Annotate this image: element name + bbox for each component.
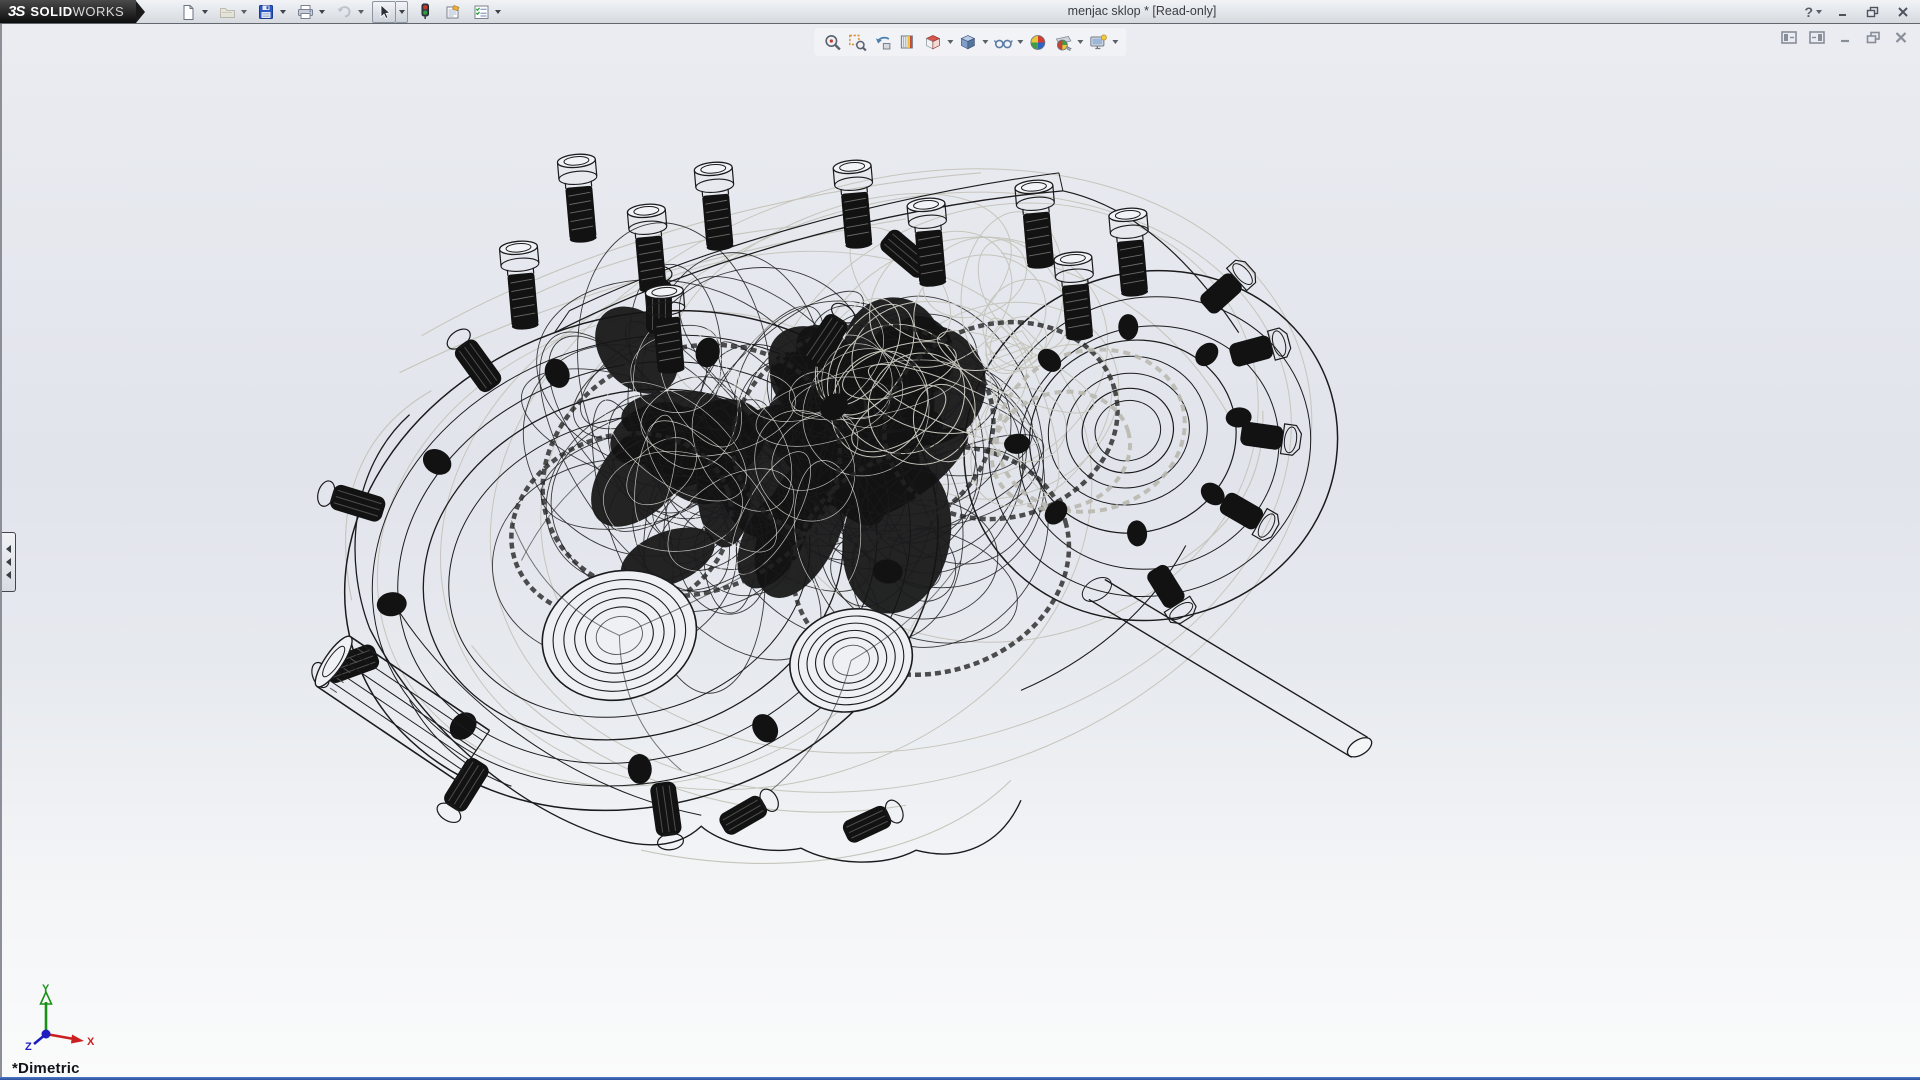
edit-appearance-button[interactable]	[1025, 30, 1050, 54]
print-icon	[297, 4, 314, 20]
open-dropdown[interactable]	[238, 2, 249, 22]
close-icon	[1897, 6, 1909, 18]
save-button[interactable]	[255, 2, 277, 22]
doc-restore-button[interactable]	[1864, 30, 1882, 44]
show-right-pane-icon	[1809, 31, 1825, 44]
minimize-button[interactable]	[1834, 4, 1852, 20]
reference-triad: Y X Z	[10, 984, 96, 1061]
zoom-to-fit-button[interactable]	[820, 30, 845, 54]
brand-bold: SOLID	[30, 4, 72, 19]
minimize-icon	[1837, 6, 1849, 18]
undo-button[interactable]	[333, 2, 355, 22]
view-orientation-button[interactable]	[920, 30, 945, 54]
solidworks-logo: 3S SOLIDWORKS	[0, 0, 136, 23]
new-document-button[interactable]	[177, 2, 199, 22]
save-dropdown[interactable]	[277, 2, 288, 22]
titlebar: 3S SOLIDWORKS	[0, 0, 1920, 24]
open-button[interactable]	[216, 2, 238, 22]
window-title: menjac sklop * [Read-only]	[1002, 0, 1282, 23]
show-left-pane-icon	[1781, 31, 1797, 44]
zoom-to-area-icon	[848, 33, 867, 52]
view-settings-dropdown[interactable]	[1110, 30, 1120, 54]
help-dropdown[interactable]	[1816, 10, 1822, 14]
display-style-button[interactable]	[955, 30, 980, 54]
apply-scene-icon	[1053, 33, 1073, 52]
solidworks-logo-mark-icon: 3S	[8, 3, 24, 20]
gearbox-model-wireframe[interactable]	[2, 24, 1920, 1077]
doc-minimize-icon	[1839, 31, 1852, 44]
collapse-arrow-icon	[6, 545, 11, 553]
save-floppy-icon	[258, 4, 274, 20]
apply-scene-button[interactable]	[1050, 30, 1075, 54]
edit-appearance-icon	[1028, 33, 1047, 52]
solidworks-brand: SOLIDWORKS	[30, 4, 124, 19]
previous-view-icon	[873, 33, 892, 52]
undo-dropdown[interactable]	[355, 2, 366, 22]
restore-icon	[1866, 6, 1880, 18]
print-dropdown[interactable]	[316, 2, 327, 22]
file-properties-icon	[445, 4, 462, 20]
doc-restore-icon	[1866, 31, 1881, 44]
toolbar-expand-chevron-icon[interactable]	[136, 1, 145, 23]
new-document-dropdown[interactable]	[199, 2, 210, 22]
options-checklist-icon	[473, 4, 490, 20]
rebuild-button[interactable]	[414, 2, 436, 22]
apply-scene-dropdown[interactable]	[1075, 30, 1085, 54]
select-tool-dropdown[interactable]	[396, 1, 408, 23]
previous-view-button[interactable]	[870, 30, 895, 54]
zoom-to-fit-icon	[823, 33, 842, 52]
display-style-dropdown[interactable]	[980, 30, 990, 54]
zoom-to-area-button[interactable]	[845, 30, 870, 54]
doc-close-icon	[1894, 31, 1908, 44]
hide-show-items-button[interactable]	[990, 30, 1015, 54]
options-button[interactable]	[470, 2, 492, 22]
graphics-viewport[interactable]: Y X Z *Dimetric	[0, 24, 1920, 1077]
svg-text:Y: Y	[42, 984, 50, 995]
document-window-controls	[1780, 30, 1910, 44]
view-orientation-label: *Dimetric	[12, 1060, 80, 1077]
hide-show-items-dropdown[interactable]	[1015, 30, 1025, 54]
options-dropdown[interactable]	[492, 2, 503, 22]
collapse-arrow-icon	[6, 571, 11, 579]
svg-text:X: X	[87, 1036, 95, 1048]
brand-light: WORKS	[73, 4, 125, 19]
view-orientation-icon	[923, 33, 942, 52]
doc-close-button[interactable]	[1892, 30, 1910, 44]
view-orientation-dropdown[interactable]	[945, 30, 955, 54]
display-style-icon	[958, 33, 977, 52]
headsup-view-toolbar	[814, 28, 1126, 56]
section-view-icon	[898, 33, 917, 52]
open-folder-icon	[219, 4, 236, 20]
restore-button[interactable]	[1864, 4, 1882, 20]
undo-arrow-icon	[335, 4, 353, 20]
view-settings-button[interactable]	[1085, 30, 1110, 54]
collapse-arrow-icon	[6, 558, 11, 566]
file-properties-button[interactable]	[442, 2, 464, 22]
main-toolbar	[177, 1, 509, 23]
print-button[interactable]	[294, 2, 316, 22]
feature-pane-collapsed-tab[interactable]	[2, 532, 16, 592]
select-tool-button[interactable]	[372, 1, 396, 23]
show-left-pane-button[interactable]	[1780, 30, 1798, 44]
triad-axes-icon: Y X Z	[10, 984, 96, 1056]
new-document-icon	[180, 4, 196, 20]
view-settings-icon	[1088, 33, 1108, 52]
rebuild-traffic-light-icon	[418, 3, 432, 20]
svg-text:Z: Z	[25, 1041, 32, 1053]
help-button[interactable]: ?	[1804, 4, 1813, 20]
section-view-button[interactable]	[895, 30, 920, 54]
hide-show-items-icon	[993, 33, 1013, 52]
window-controls: ?	[1804, 0, 1912, 23]
doc-minimize-button[interactable]	[1836, 30, 1854, 44]
close-button[interactable]	[1894, 4, 1912, 20]
select-cursor-icon	[377, 4, 392, 20]
show-right-pane-button[interactable]	[1808, 30, 1826, 44]
